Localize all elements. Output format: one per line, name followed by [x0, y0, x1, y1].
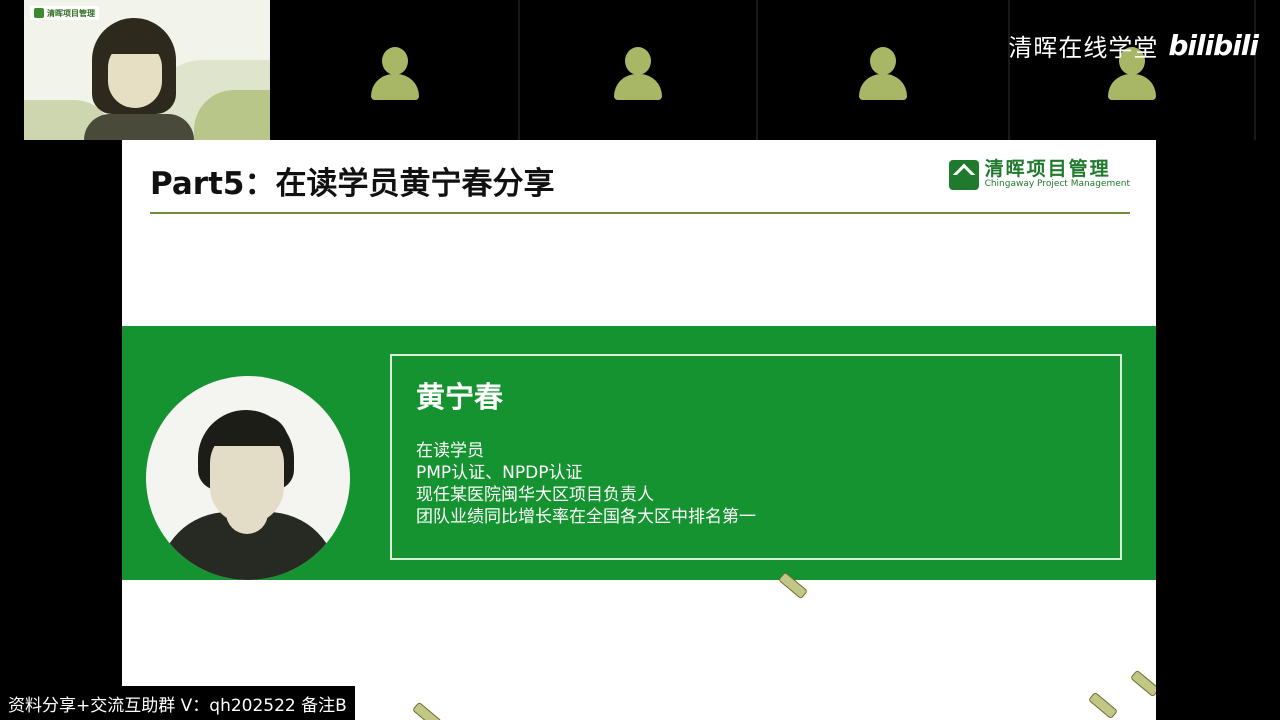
shared-slide: Part5：在读学员黄宁春分享 清晖项目管理 Chingaway Project… [122, 140, 1156, 720]
profile-detail-line: PMP认证、NPDP认证 [416, 463, 583, 483]
pencil-icon [411, 701, 443, 720]
avatar-head [625, 47, 651, 75]
promo-banner: 资料分享+交流互助群 V：qh202522 备注B [0, 686, 355, 720]
avatar-head [870, 47, 896, 75]
host-fringe [104, 30, 164, 54]
host-logo: 清晖项目管理 [30, 6, 99, 20]
logo-english-name: Chingaway Project Management [984, 179, 1130, 190]
pencil-icon [1087, 691, 1119, 720]
host-person [84, 16, 194, 140]
pencil-icon [1129, 669, 1156, 698]
avatar-body [1108, 74, 1156, 100]
profile-detail-line: 在读学员 [416, 441, 484, 461]
person-placeholder-icon [857, 47, 909, 101]
company-logo-icon [948, 160, 979, 190]
profile-name: 黄宁春 [416, 380, 504, 414]
bilibili-logo: bilibili [1168, 29, 1259, 62]
channel-watermark: 清晖在线学堂 bilibili [1008, 28, 1259, 63]
profile-band: 黄宁春 在读学员 PMP认证、NPDP认证 现任某医院闽华大区项目负责人 团队业… [122, 326, 1156, 580]
avatar-body [859, 74, 907, 100]
screen: 清晖项目管理 清晖在线学堂 bilibili Part5：在读学员黄宁春分享 清… [0, 0, 1280, 720]
profile-info-box: 黄宁春 在读学员 PMP认证、NPDP认证 现任某医院闽华大区项目负责人 团队业… [390, 354, 1122, 560]
person-placeholder-icon [369, 47, 421, 101]
photo-fringe [206, 416, 288, 446]
profile-details: 在读学员 PMP认证、NPDP认证 现任某医院闽华大区项目负责人 团队业绩同比增… [416, 440, 756, 528]
avatar-body [614, 74, 662, 100]
host-logo-text: 清晖项目管理 [47, 8, 95, 18]
profile-detail-line: 现任某医院闽华大区项目负责人 [416, 485, 654, 505]
logo-mark-icon [34, 8, 44, 18]
participant-tile[interactable] [1010, 0, 1256, 140]
profile-detail-line: 团队业绩同比增长率在全国各大区中排名第一 [416, 507, 756, 527]
avatar-body [371, 74, 419, 100]
host-shirt [84, 114, 194, 140]
participant-tile[interactable] [758, 0, 1010, 140]
participant-tile[interactable] [520, 0, 758, 140]
profile-photo [146, 376, 350, 580]
participant-strip: 清晖项目管理 清晖在线学堂 bilibili [0, 0, 1280, 140]
slide-title: Part5：在读学员黄宁春分享 [150, 166, 555, 202]
logo-chinese-name: 清晖项目管理 [984, 158, 1111, 181]
person-placeholder-icon [612, 47, 664, 101]
host-video-tile[interactable]: 清晖项目管理 [24, 0, 270, 140]
title-divider [150, 212, 1130, 214]
avatar-head [382, 47, 408, 75]
watermark-channel-name: 清晖在线学堂 [1008, 34, 1159, 62]
slide-logo-text: 清晖项目管理 Chingaway Project Management [984, 158, 1130, 190]
participant-tile[interactable] [272, 0, 520, 140]
slide-logo: 清晖项目管理 Chingaway Project Management [948, 158, 1130, 190]
